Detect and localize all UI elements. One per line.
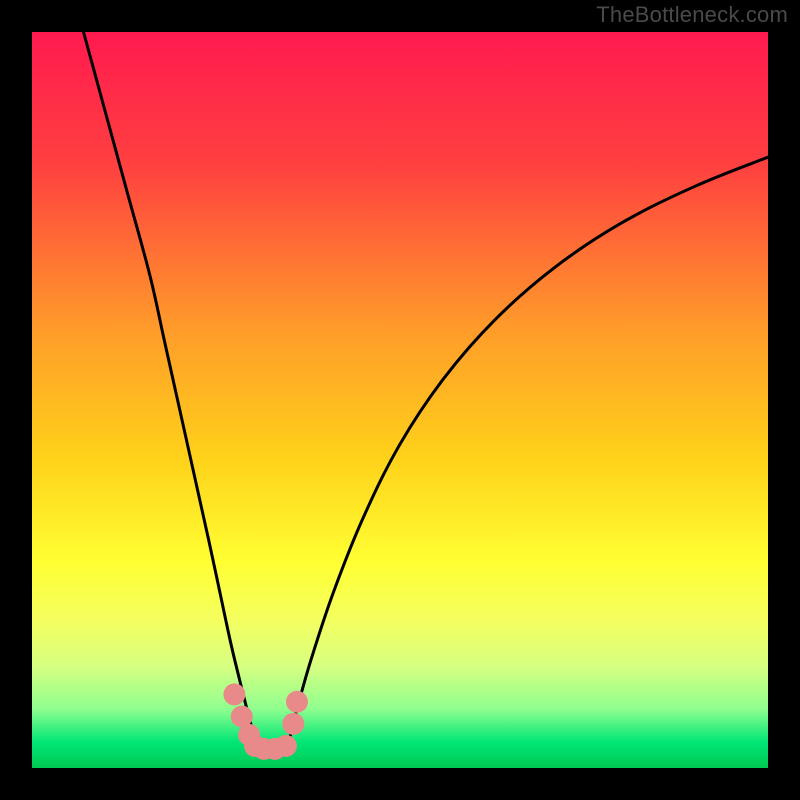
gradient-background <box>32 32 768 768</box>
plot-area <box>32 32 768 768</box>
bottleneck-marker <box>286 691 308 713</box>
bottleneck-marker <box>223 683 245 705</box>
bottleneck-marker <box>275 735 297 757</box>
bottleneck-curve-chart <box>32 32 768 768</box>
chart-frame: TheBottleneck.com <box>0 0 800 800</box>
watermark-text: TheBottleneck.com <box>596 2 788 28</box>
bottleneck-marker <box>282 713 304 735</box>
